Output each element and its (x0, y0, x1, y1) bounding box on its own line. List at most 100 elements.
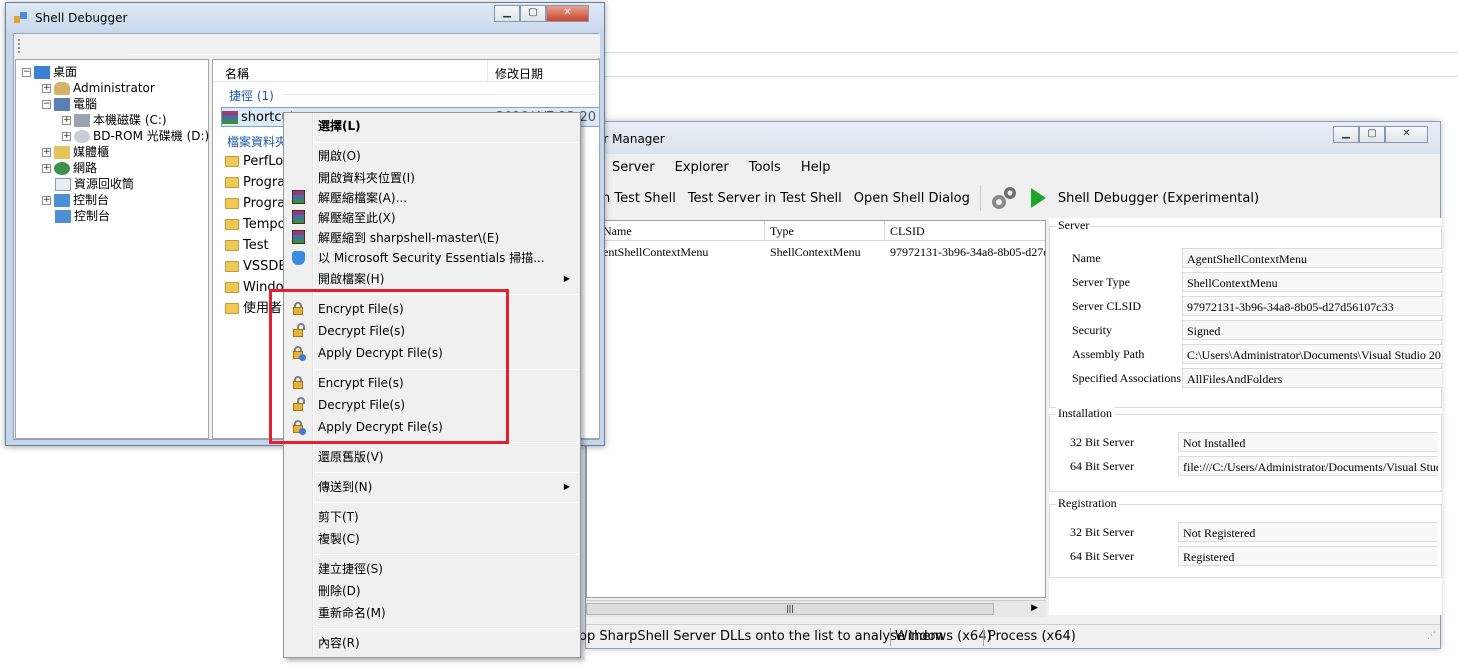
control-panel-icon (55, 210, 71, 223)
group-header-shortcuts[interactable]: 捷徑 (1) (229, 87, 274, 104)
menu-item-open[interactable]: 開啟(O) (318, 145, 361, 167)
menu-item-scan[interactable]: 以 Microsoft Security Essentials 掃描... (318, 247, 545, 269)
menu-item-rename[interactable]: 重新命名(M) (318, 602, 386, 624)
tree-node-libraries[interactable]: + 媒體櫃 (42, 144, 109, 160)
column-type[interactable]: Type (770, 224, 794, 239)
test-server-button[interactable]: Test Server in Test Shell (682, 191, 848, 206)
expand-icon[interactable]: + (62, 116, 71, 125)
menu-item-send-to[interactable]: 傳送到(N) (318, 476, 372, 498)
menu-item-delete[interactable]: 刪除(D) (318, 580, 361, 602)
menu-item-open-with[interactable]: 開啟檔案(H) (318, 268, 384, 290)
folder-name: Test (243, 238, 269, 253)
collapse-icon[interactable]: − (42, 100, 51, 109)
resize-grip-icon[interactable]: ⋰ (1427, 631, 1436, 641)
list-item[interactable]: Test (225, 236, 269, 256)
folder-icon (225, 303, 239, 314)
title-bar[interactable]: Shell Debugger ▁ ▢ ✕ (6, 3, 604, 33)
menu-explorer[interactable]: Explorer (665, 157, 739, 179)
prop-label: Assembly Path (1072, 347, 1145, 361)
server-details-panel: Server Name AgentShellContextMenu Server… (1049, 218, 1442, 615)
registration-32bit-field[interactable]: Not Registered (1178, 522, 1438, 542)
close-button[interactable]: ✕ (546, 5, 589, 22)
menu-item-properties[interactable]: 內容(R) (318, 632, 360, 654)
play-icon[interactable] (1030, 188, 1046, 208)
expand-icon[interactable]: + (42, 148, 51, 157)
folder-icon (225, 282, 239, 293)
list-item[interactable]: VSSDB (225, 257, 287, 277)
associations-field[interactable]: AllFilesAndFolders (1182, 368, 1442, 388)
menu-item-open-location[interactable]: 開啟資料夾位置(I) (318, 167, 415, 189)
column-name[interactable]: 名稱 (225, 65, 249, 82)
list-item[interactable]: PerfLog (225, 152, 292, 172)
tree-node-control-panel[interactable]: + 控制台 (42, 192, 109, 208)
tree-node-desktop[interactable]: − 桌面 (22, 64, 77, 80)
maximize-button[interactable]: ▢ (520, 5, 546, 22)
tree-label: BD-ROM 光碟機 (D:) (93, 129, 210, 143)
tree-node-administrator[interactable]: + Administrator (42, 80, 155, 96)
security-field[interactable]: Signed (1182, 320, 1442, 340)
expand-icon[interactable]: + (42, 164, 51, 173)
column-date[interactable]: 修改日期 (495, 65, 543, 82)
tree-node-drive-c[interactable]: + 本機磁碟 (C:) (62, 112, 167, 128)
registration-64bit-field[interactable]: Registered (1178, 546, 1438, 566)
close-button[interactable]: ✕ (1385, 126, 1428, 143)
tree-node-control-panel[interactable]: 控制台 (55, 208, 110, 224)
server-list[interactable]: Name Type CLSID entShellContextMenu Shel… (586, 220, 1046, 598)
menu-item-cut[interactable]: 剪下(T) (318, 506, 359, 528)
status-separator (890, 628, 891, 646)
toolstrip-grip[interactable] (18, 39, 20, 53)
expand-icon[interactable]: + (62, 132, 71, 141)
name-field[interactable]: AgentShellContextMenu (1182, 248, 1442, 268)
scroll-right-icon[interactable]: ▶ (1031, 603, 1038, 613)
install-64bit-field[interactable]: file:///C:/Users/Administrator/Documents… (1178, 456, 1438, 476)
prop-label: 32 Bit Server (1070, 525, 1134, 539)
minimize-button[interactable]: ▁ (1333, 126, 1359, 143)
menu-item-copy[interactable]: 複製(C) (318, 528, 360, 550)
shell-debugger-button[interactable]: Shell Debugger (Experimental) (1052, 191, 1265, 206)
column-clsid[interactable]: CLSID (890, 224, 925, 239)
expand-icon[interactable]: + (42, 84, 51, 93)
menu-item-create-shortcut[interactable]: 建立捷徑(S) (318, 558, 383, 580)
tree-node-drive-d[interactable]: + BD-ROM 光碟機 (D:) (62, 128, 209, 144)
assembly-path-field[interactable]: C:\Users\Administrator\Documents\Visual … (1182, 344, 1442, 364)
server-type-field[interactable]: ShellContextMenu (1182, 272, 1442, 292)
folder-tree[interactable]: − 桌面 + Administrator − 電腦 + 本機磁碟 (C:) + BD-RO… (15, 59, 209, 439)
row-name: entShellContextMenu (603, 245, 709, 259)
library-icon (54, 146, 70, 159)
server-group: Server Name AgentShellContextMenu Server… (1049, 218, 1442, 408)
winrar-icon (290, 209, 306, 225)
row-clsid: 97972131-3b96-34a8-8b05-d27d (890, 245, 1046, 259)
install-32bit-field[interactable]: Not Installed (1178, 432, 1438, 452)
maximize-button[interactable]: ▢ (1359, 126, 1385, 143)
group-header-folders[interactable]: 檔案資料夾 (227, 133, 287, 150)
toolbar: n Test Shell Test Server in Test Shell O… (596, 182, 1265, 214)
test-shell-button[interactable]: n Test Shell (596, 191, 682, 206)
menu-server[interactable]: Server (602, 157, 665, 179)
menu-item-extract-to[interactable]: 解壓縮到 sharpshell-master\(E) (318, 227, 499, 249)
menu-item-restore-versions[interactable]: 還原舊版(V) (318, 446, 384, 468)
group-title: Registration (1056, 496, 1119, 511)
horizontal-scrollbar[interactable]: ||| ▶ (586, 600, 1046, 617)
menu-help[interactable]: Help (791, 157, 841, 179)
tree-label: Administrator (73, 81, 155, 95)
open-shell-dialog-button[interactable]: Open Shell Dialog (848, 191, 976, 206)
menu-item-select[interactable]: 選擇(L) (318, 115, 361, 137)
expand-icon[interactable]: + (42, 196, 51, 205)
installation-group: Installation 32 Bit Server Not Installed… (1049, 406, 1442, 492)
tree-node-recycle-bin[interactable]: 資源回收筒 (55, 176, 134, 192)
tree-node-computer[interactable]: − 電腦 (42, 96, 97, 112)
server-clsid-field[interactable]: 97972131-3b96-34a8-8b05-d27d56107c33 (1182, 296, 1442, 316)
scrollbar-thumb[interactable]: ||| (586, 603, 994, 615)
list-item[interactable]: Tempor (225, 215, 291, 235)
menu-item-extract-files[interactable]: 解壓縮檔案(A)... (318, 187, 407, 209)
column-name[interactable]: Name (603, 224, 632, 239)
menu-tools[interactable]: Tools (739, 157, 791, 179)
gears-icon[interactable] (989, 184, 1019, 212)
winrar-icon (290, 229, 306, 245)
collapse-icon[interactable]: − (22, 68, 31, 77)
tree-node-network[interactable]: + 網路 (42, 160, 97, 176)
group-title: Server (1056, 218, 1092, 233)
menu-item-extract-here[interactable]: 解壓縮至此(X) (318, 207, 396, 229)
minimize-button[interactable]: ▁ (494, 5, 520, 22)
title-bar[interactable]: er Manager ▁ ▢ ✕ (586, 122, 1440, 154)
